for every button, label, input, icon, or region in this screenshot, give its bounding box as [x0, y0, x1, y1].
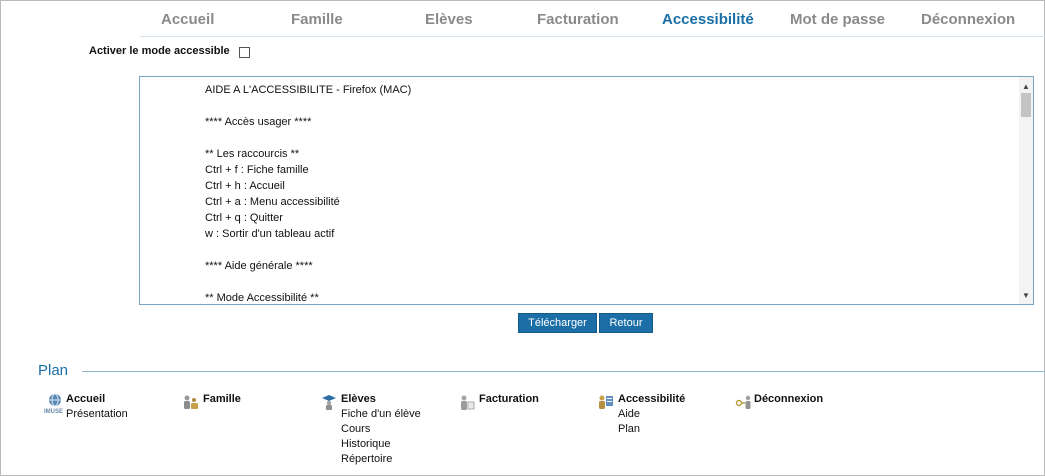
help-line: Ctrl + a : Menu accessibilité	[205, 196, 340, 208]
nav-facturation[interactable]: Facturation	[537, 11, 619, 28]
help-line	[205, 130, 411, 146]
nav-accueil[interactable]: Accueil	[161, 11, 214, 28]
accessible-mode-checkbox[interactable]	[239, 47, 250, 58]
plan-famille-link[interactable]: Famille	[203, 393, 241, 405]
plan-deconnexion-link[interactable]: Déconnexion	[754, 393, 823, 405]
nav-eleves[interactable]: Elèves	[425, 11, 473, 28]
globe-icon	[49, 393, 61, 407]
help-text-content: AIDE A L'ACCESSIBILITE - Firefox (MAC) *…	[205, 82, 412, 304]
plan-accueil-link[interactable]: Accueil	[66, 393, 105, 405]
nav-divider	[140, 36, 1045, 37]
plan-plan-link[interactable]: Plan	[618, 423, 640, 435]
help-line	[205, 98, 411, 114]
help-line: **** Accès usager ****	[205, 116, 312, 128]
plan-presentation-link[interactable]: Présentation	[66, 408, 128, 420]
scroll-up-icon[interactable]: ▲	[1019, 79, 1033, 93]
nav-mot-de-passe[interactable]: Mot de passe	[790, 11, 885, 28]
plan-fiche-eleve-link[interactable]: Fiche d'un élève	[341, 408, 421, 420]
plan-aide-link[interactable]: Aide	[618, 408, 640, 420]
back-button[interactable]: Retour	[599, 313, 653, 333]
scroll-thumb[interactable]	[1021, 93, 1031, 117]
plan-historique-link[interactable]: Historique	[341, 438, 391, 450]
imuse-logo-text: IMUSE	[44, 409, 64, 415]
plan-repertoire-link[interactable]: Répertoire	[341, 453, 392, 465]
help-line: Ctrl + f : Fiche famille	[205, 164, 309, 176]
help-scrollbar[interactable]: ▲ ▼	[1019, 77, 1033, 304]
plan-title: Plan	[38, 362, 69, 379]
family-icon	[184, 395, 198, 409]
scroll-down-icon[interactable]: ▼	[1019, 288, 1033, 302]
plan-facturation-link[interactable]: Facturation	[479, 393, 539, 405]
nav-famille[interactable]: Famille	[291, 11, 343, 28]
plan-divider	[82, 371, 1045, 372]
accessible-mode-label: Activer le mode accessible	[89, 45, 230, 57]
key-icon	[735, 395, 751, 409]
help-line: AIDE A L'ACCESSIBILITE - Firefox (MAC)	[205, 84, 412, 96]
help-line: ** Les raccourcis **	[205, 148, 300, 160]
help-line	[205, 274, 411, 290]
plan-accessibilite-link[interactable]: Accessibilité	[618, 393, 685, 405]
graduation-cap-icon	[322, 395, 336, 410]
help-line: Ctrl + h : Accueil	[205, 180, 285, 192]
top-nav: Accueil Famille Elèves Facturation Acces…	[0, 0, 1045, 36]
plan-cours-link[interactable]: Cours	[341, 423, 370, 435]
help-line: **** Aide générale ****	[205, 260, 313, 272]
nav-accessibilite[interactable]: Accessibilité	[662, 11, 754, 28]
plan-eleves-link[interactable]: Elèves	[341, 393, 376, 405]
help-text-area[interactable]: AIDE A L'ACCESSIBILITE - Firefox (MAC) *…	[139, 76, 1034, 305]
help-line: Ctrl + q : Quitter	[205, 212, 283, 224]
accessibility-icon	[599, 395, 613, 409]
download-button[interactable]: Télécharger	[518, 313, 597, 333]
help-line: ** Mode Accessibilité **	[205, 292, 319, 304]
help-line: w : Sortir d'un tableau actif	[205, 228, 335, 240]
help-line	[205, 242, 411, 258]
billing-icon	[461, 395, 475, 410]
nav-deconnexion[interactable]: Déconnexion	[921, 11, 1015, 28]
